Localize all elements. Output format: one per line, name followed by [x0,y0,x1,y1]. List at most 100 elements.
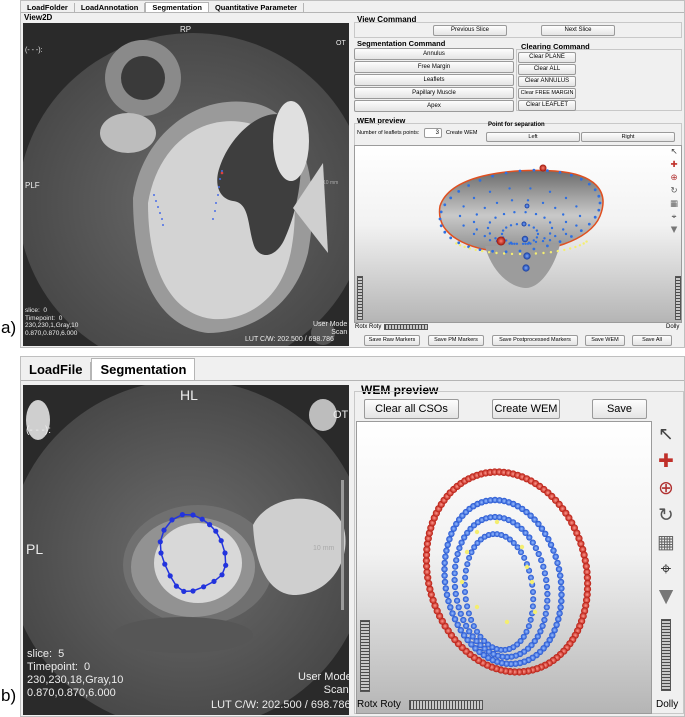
leaflets-button[interactable]: Leaflets [354,74,514,86]
papillary-muscle-button[interactable]: Papillary Muscle [354,87,514,99]
clear-annulus-button[interactable]: Clear ANNULUS [518,76,576,87]
roty-wheel-b[interactable] [409,700,483,710]
move-icon[interactable]: ✚ [655,450,677,472]
clear-leaflet-button[interactable]: Clear LEAFLET [518,100,576,111]
save-button-b[interactable]: Save [592,399,647,419]
dolly-wheel-a[interactable] [675,276,681,320]
yellow-marker [532,609,538,615]
tab-loadannotation[interactable]: LoadAnnotation [75,3,146,12]
mesh-blue-dot [564,196,568,200]
create-wem-button-b[interactable]: Create WEM [492,399,560,419]
separation-left-button[interactable]: Left [486,132,580,142]
mesh-blue-dot [521,242,525,245]
tab-quantitative-parameter[interactable]: Quantitative Parameter [209,3,305,12]
rotx-roty-label-b: Rotx Roty [357,699,401,710]
panel-b-window: LoadFile Segmentation HL PL OT (- - -): … [20,356,685,717]
grid-icon[interactable]: ▦ [655,531,677,553]
annulus-button[interactable]: Annulus [354,48,514,60]
clear-free-margin-button[interactable]: Clear FREE MARGIN [518,88,576,99]
center-icon[interactable]: ⌖ [655,558,677,580]
blue-ring-sphere [451,583,459,591]
roty-wheel-a[interactable] [384,324,428,330]
dolly-label-a: Dolly [666,324,680,330]
mesh-blue-dot [515,242,519,245]
cursor-icon[interactable]: ↖ [655,423,677,445]
grid-icon[interactable]: ▦ [669,199,679,209]
blue-ring-sphere [547,541,555,548]
shield-icon[interactable]: ▼ [669,225,679,235]
blue-ring-sphere [543,577,550,584]
wem-3d-viewer-a[interactable] [354,145,682,323]
mesh-blue-dot [532,239,535,242]
create-wem-button-a[interactable]: Create WEM [446,130,477,136]
rotx-wheel-b[interactable] [360,620,370,692]
clear-all-csos-button[interactable]: Clear all CSOs [364,399,459,419]
mesh-blue-dot [495,201,499,205]
separation-right-button[interactable]: Right [581,132,675,142]
contour-point [190,512,196,518]
previous-slice-button[interactable]: Previous Slice [433,25,507,36]
mesh-blue-dot [543,216,546,219]
mesh-blue-dot [518,169,522,173]
blue-ring-sphere [469,633,476,640]
mesh-blue-dot [472,220,476,224]
save-raw-markers-button[interactable]: Save Raw Markers [364,335,420,346]
rotate-icon[interactable]: ↻ [669,186,679,196]
rotx-wheel-a[interactable] [357,276,363,320]
cursor-icon[interactable]: ↖ [669,147,679,157]
tab-segmentation-b[interactable]: Segmentation [91,358,196,380]
mesh-blue-dot [472,232,476,236]
view2d-viewer-b[interactable]: HL PL OT (- - -): 10 mm slice: 5 Timepoi… [23,385,349,715]
mesh-blue-dot [575,205,578,208]
move-icon[interactable]: ✚ [669,160,679,170]
blue-ring-sphere [462,596,469,603]
blue-ring-sphere [444,541,451,548]
panel-b-label: b) [1,686,17,705]
clear-all-button[interactable]: Clear ALL [518,64,576,75]
wem-3d-viewer-b[interactable] [356,421,652,714]
blue-ring-sphere [451,577,458,584]
mesh-blue-dot [475,228,478,231]
center-icon[interactable]: ⌖ [669,212,679,222]
blue-ring-sphere [443,591,451,598]
save-postprocessed-markers-button[interactable]: Save Postprocessed Markers [492,335,578,346]
mesh-yellow-dot [487,251,491,254]
contour-point [199,516,205,522]
contour-point [179,512,185,518]
tab-loadfile[interactable]: LoadFile [21,362,92,380]
contour-point [167,573,173,579]
blue-ring-sphere [452,563,459,570]
clear-plane-button[interactable]: Clear PLANE [518,52,576,63]
zoom-icon[interactable]: ⊕ [655,477,677,499]
mesh-blue-dot [593,215,597,219]
free-margin-button[interactable]: Free Margin [354,61,514,73]
shield-icon[interactable]: ▼ [655,585,677,607]
contour-point [169,517,175,523]
yellow-marker [474,529,480,535]
save-all-button[interactable]: Save All [632,335,672,346]
save-pm-markers-button[interactable]: Save PM Markers [428,335,484,346]
tab-segmentation[interactable]: Segmentation [145,2,209,12]
blue-ring-sphere [518,549,524,556]
blue-ring-sphere [545,536,552,543]
mesh-blue-dot [508,187,511,190]
next-slice-button[interactable]: Next Slice [541,25,615,36]
mesh-blue-dot [532,247,536,251]
blue-ring-sphere [557,578,565,586]
mesh-blue-dot [562,213,565,216]
rotate-icon[interactable]: ↻ [655,504,677,526]
blue-ring-sphere [558,597,565,605]
save-wem-button-a[interactable]: Save WEM [585,335,625,346]
mesh-blue-dot [475,213,478,216]
dolly-wheel-b[interactable] [661,619,671,691]
leaflet-points-input[interactable]: 3 [424,128,442,138]
mesh-blue-dot [554,206,557,210]
blue-ring-sphere [530,589,536,595]
zoom-icon[interactable]: ⊕ [669,173,679,183]
view2d-viewer[interactable]: RP PLF OT (- - -): 10 mm slice: 0 Timepo… [23,23,349,346]
mesh-blue-dot [483,234,486,238]
tab-loadfolder[interactable]: LoadFolder [21,3,75,12]
apex-button[interactable]: Apex [354,100,514,112]
blue-ring-sphere [542,530,549,537]
mesh-yellow-dot [549,251,553,254]
